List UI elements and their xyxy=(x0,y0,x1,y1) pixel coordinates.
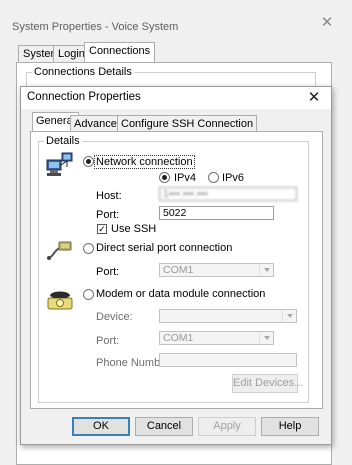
serial-cable-icon xyxy=(46,238,74,262)
host-input[interactable]: 1•••.•••.••• xyxy=(159,187,297,201)
modem-connection-label[interactable]: Modem or data module connection xyxy=(96,288,265,300)
ipv4-radio[interactable] xyxy=(159,172,170,183)
ipv4-label[interactable]: IPv4 xyxy=(174,172,196,184)
port-label: Port: xyxy=(96,209,120,221)
outer-close-icon[interactable]: ✕ xyxy=(318,14,336,32)
network-connection-label[interactable]: Network connection xyxy=(94,155,195,169)
edit-devices-button[interactable]: Edit Devices... xyxy=(232,374,303,393)
host-label: Host: xyxy=(96,190,122,202)
port-input[interactable]: 5022 xyxy=(159,206,274,220)
apply-button[interactable]: Apply xyxy=(198,417,256,436)
modem-port-value: COM1 xyxy=(163,332,194,344)
details-label: Details xyxy=(44,135,82,147)
serial-connection-label[interactable]: Direct serial port connection xyxy=(96,242,232,254)
outer-window-title: System Properties - Voice System xyxy=(12,21,179,33)
tab-configure-ssh[interactable]: Configure SSH Connection xyxy=(117,115,258,132)
dialog-close-icon[interactable]: ✕ xyxy=(305,89,323,107)
modem-connection-radio[interactable] xyxy=(83,289,94,300)
modem-port-select[interactable]: COM1 xyxy=(159,331,274,345)
cancel-button[interactable]: Cancel xyxy=(135,417,193,436)
serial-port-label: Port: xyxy=(96,266,120,278)
serial-port-select[interactable]: COM1 xyxy=(159,263,274,277)
device-select[interactable] xyxy=(159,309,297,323)
ipv6-label[interactable]: IPv6 xyxy=(222,172,244,184)
modem-port-label: Port: xyxy=(96,335,120,347)
chevron-down-icon xyxy=(282,310,296,322)
phone-number-input[interactable] xyxy=(159,353,297,367)
connections-details-label: Connections Details xyxy=(32,66,134,78)
serial-port-value: COM1 xyxy=(163,264,194,276)
network-computer-icon xyxy=(46,152,74,178)
use-ssh-label[interactable]: Use SSH xyxy=(111,223,156,235)
use-ssh-checkbox[interactable]: ✓ xyxy=(97,224,107,234)
serial-connection-radio[interactable] xyxy=(83,243,94,254)
dialog-title: Connection Properties xyxy=(27,91,141,103)
chevron-down-icon xyxy=(259,332,273,344)
ok-button[interactable]: OK xyxy=(72,417,130,436)
chevron-down-icon xyxy=(259,264,273,276)
tab-connections[interactable]: Connections xyxy=(84,42,156,63)
help-button[interactable]: Help xyxy=(261,417,319,436)
modem-phone-icon xyxy=(46,284,74,312)
ipv6-radio[interactable] xyxy=(208,172,219,183)
device-label: Device: xyxy=(96,311,133,323)
network-connection-radio[interactable] xyxy=(83,156,94,167)
